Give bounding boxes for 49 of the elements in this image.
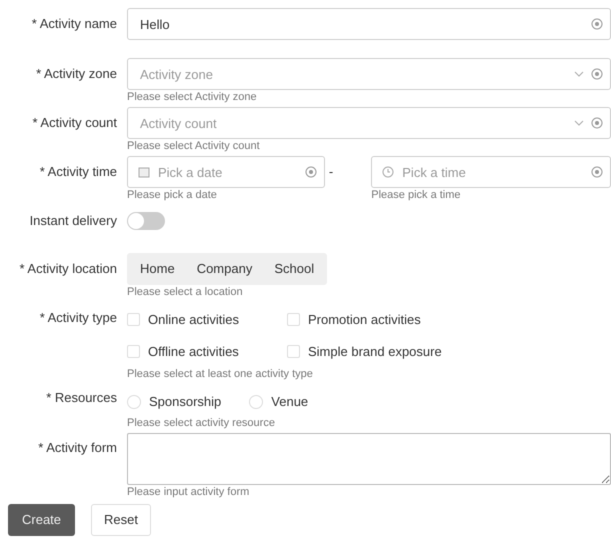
checkbox-label[interactable]: Promotion activities — [308, 310, 421, 330]
clock-icon — [382, 166, 394, 178]
segment-option[interactable]: Home — [130, 256, 185, 282]
text-input[interactable]: Hello — [127, 8, 611, 40]
help-text: Please select activity resource — [127, 416, 276, 430]
checkbox[interactable] — [287, 344, 300, 358]
create-button[interactable]: Create — [8, 504, 76, 536]
radio-label[interactable]: Sponsorship — [149, 392, 222, 412]
field-label: * Activity form — [37, 438, 118, 457]
separator: - — [328, 163, 334, 181]
help-text: Please pick a time — [371, 188, 462, 202]
help-text: Please select at least one activity type — [127, 367, 314, 381]
checkbox-label[interactable]: Offline activities — [148, 342, 239, 361]
help-text: Please select Activity count — [127, 139, 261, 153]
clear-icon[interactable] — [591, 117, 603, 129]
checkbox-label[interactable]: Online activities — [148, 310, 240, 330]
field-label: * Activity name — [30, 15, 118, 33]
help-text: Please input activity form — [127, 484, 250, 498]
date-picker-field[interactable]: Pick a date — [127, 156, 325, 188]
checkbox[interactable] — [127, 344, 140, 358]
field-label: * Activity zone — [35, 65, 118, 83]
help-text: Please pick a date — [127, 188, 218, 202]
field-label: * Activity count — [31, 114, 118, 132]
segment-option[interactable]: Company — [186, 256, 262, 282]
checkbox-label[interactable]: Simple brand exposure — [308, 342, 442, 361]
radio-label[interactable]: Venue — [271, 392, 308, 412]
time-picker-field[interactable]: Pick a time — [371, 156, 611, 188]
text-area[interactable] — [127, 432, 611, 484]
clear-icon[interactable] — [591, 68, 603, 80]
field-label: Instant delivery — [28, 212, 118, 230]
field-label: * Activity location — [18, 260, 118, 278]
select-field[interactable]: Activity zone — [127, 58, 611, 90]
toggle-switch[interactable] — [127, 212, 165, 230]
select-field[interactable]: Activity count — [127, 107, 611, 139]
field-label: * Activity type — [38, 309, 118, 327]
field-label: * Activity time — [38, 163, 118, 181]
help-text: Please select a location — [127, 285, 244, 299]
clear-icon[interactable] — [591, 166, 603, 178]
radio-button[interactable] — [127, 394, 141, 409]
calendar-icon — [138, 166, 150, 178]
clear-icon[interactable] — [591, 18, 603, 30]
field-label: * Resources — [45, 389, 118, 407]
segment-option[interactable]: School — [264, 256, 324, 282]
radio-button[interactable] — [249, 394, 264, 409]
checkbox[interactable] — [287, 313, 300, 326]
clear-icon[interactable] — [304, 166, 317, 178]
help-text: Please select Activity zone — [127, 90, 258, 104]
checkbox[interactable] — [127, 313, 140, 326]
reset-button[interactable]: Reset — [91, 504, 151, 536]
